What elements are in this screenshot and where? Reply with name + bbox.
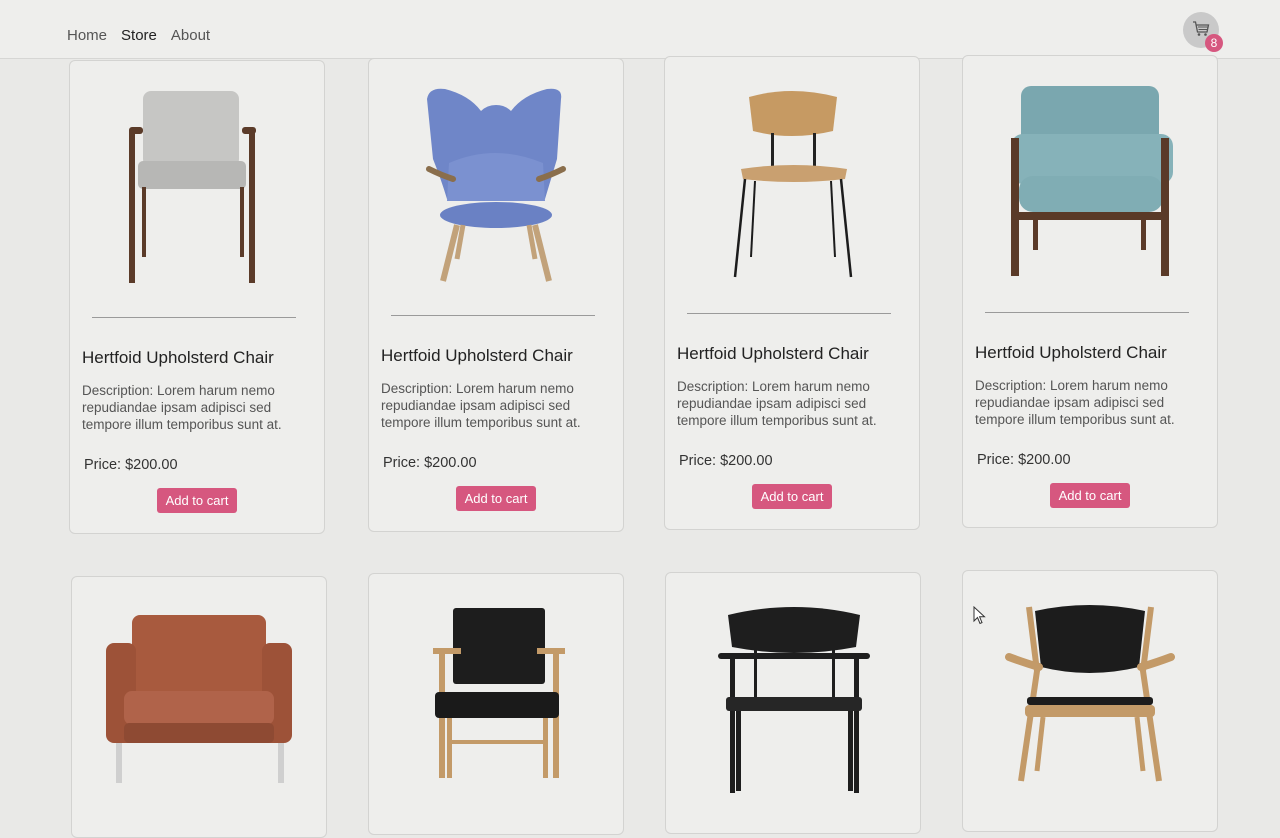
card-divider xyxy=(391,315,595,316)
product-description: Description: Lorem harum nemo repudianda… xyxy=(677,379,877,428)
product-price: Price: $200.00 xyxy=(383,455,477,471)
product-card xyxy=(962,570,1218,832)
product-card: Hertfoid Upholsterd Chair Description: L… xyxy=(368,58,624,532)
add-to-cart-button[interactable]: Add to cart xyxy=(752,484,832,509)
product-image-oak-shell-chair xyxy=(1005,605,1175,782)
nav-links: Home Store About xyxy=(67,27,210,44)
add-to-cart-button[interactable]: Add to cart xyxy=(157,488,237,513)
card-divider xyxy=(92,317,296,318)
nav-link-home[interactable]: Home xyxy=(67,27,107,44)
cart-button[interactable]: 8 xyxy=(1183,12,1223,52)
product-image-wooden-side-chair xyxy=(733,91,853,278)
product-image-grey-armchair xyxy=(129,91,256,283)
product-title: Hertfoid Upholsterd Chair xyxy=(381,346,573,365)
product-image-blue-wingback-chair xyxy=(426,88,566,282)
product-price: Price: $200.00 xyxy=(84,457,178,473)
product-description: Description: Lorem harum nemo repudianda… xyxy=(82,383,282,432)
product-image-leather-lounge-chair xyxy=(106,615,292,783)
card-divider xyxy=(687,313,891,314)
product-card xyxy=(368,573,624,835)
card-divider xyxy=(985,312,1189,313)
product-description: Description: Lorem harum nemo repudianda… xyxy=(975,378,1175,427)
cart-count-badge: 8 xyxy=(1205,34,1223,52)
product-card xyxy=(71,576,327,838)
product-title: Hertfoid Upholsterd Chair xyxy=(975,343,1167,362)
mouse-pointer-icon xyxy=(973,606,986,625)
product-image-black-wood-armchair xyxy=(718,607,870,793)
nav-link-store[interactable]: Store xyxy=(121,27,157,44)
product-image-teal-lounge-chair xyxy=(1011,86,1173,276)
nav-link-about[interactable]: About xyxy=(171,27,210,44)
product-price: Price: $200.00 xyxy=(977,452,1071,468)
product-title: Hertfoid Upholsterd Chair xyxy=(82,348,274,367)
add-to-cart-button[interactable]: Add to cart xyxy=(1050,483,1130,508)
product-image-black-leather-side-chair xyxy=(433,608,565,778)
navbar: Home Store About 8 xyxy=(0,0,1280,59)
product-card xyxy=(665,572,921,834)
product-description: Description: Lorem harum nemo repudianda… xyxy=(381,381,581,430)
product-card: Hertfoid Upholsterd Chair Description: L… xyxy=(69,60,325,534)
product-card: Hertfoid Upholsterd Chair Description: L… xyxy=(962,55,1218,528)
product-price: Price: $200.00 xyxy=(679,453,773,469)
cart-icon xyxy=(1193,21,1210,36)
product-title: Hertfoid Upholsterd Chair xyxy=(677,344,869,363)
product-card: Hertfoid Upholsterd Chair Description: L… xyxy=(664,56,920,530)
add-to-cart-button[interactable]: Add to cart xyxy=(456,486,536,511)
